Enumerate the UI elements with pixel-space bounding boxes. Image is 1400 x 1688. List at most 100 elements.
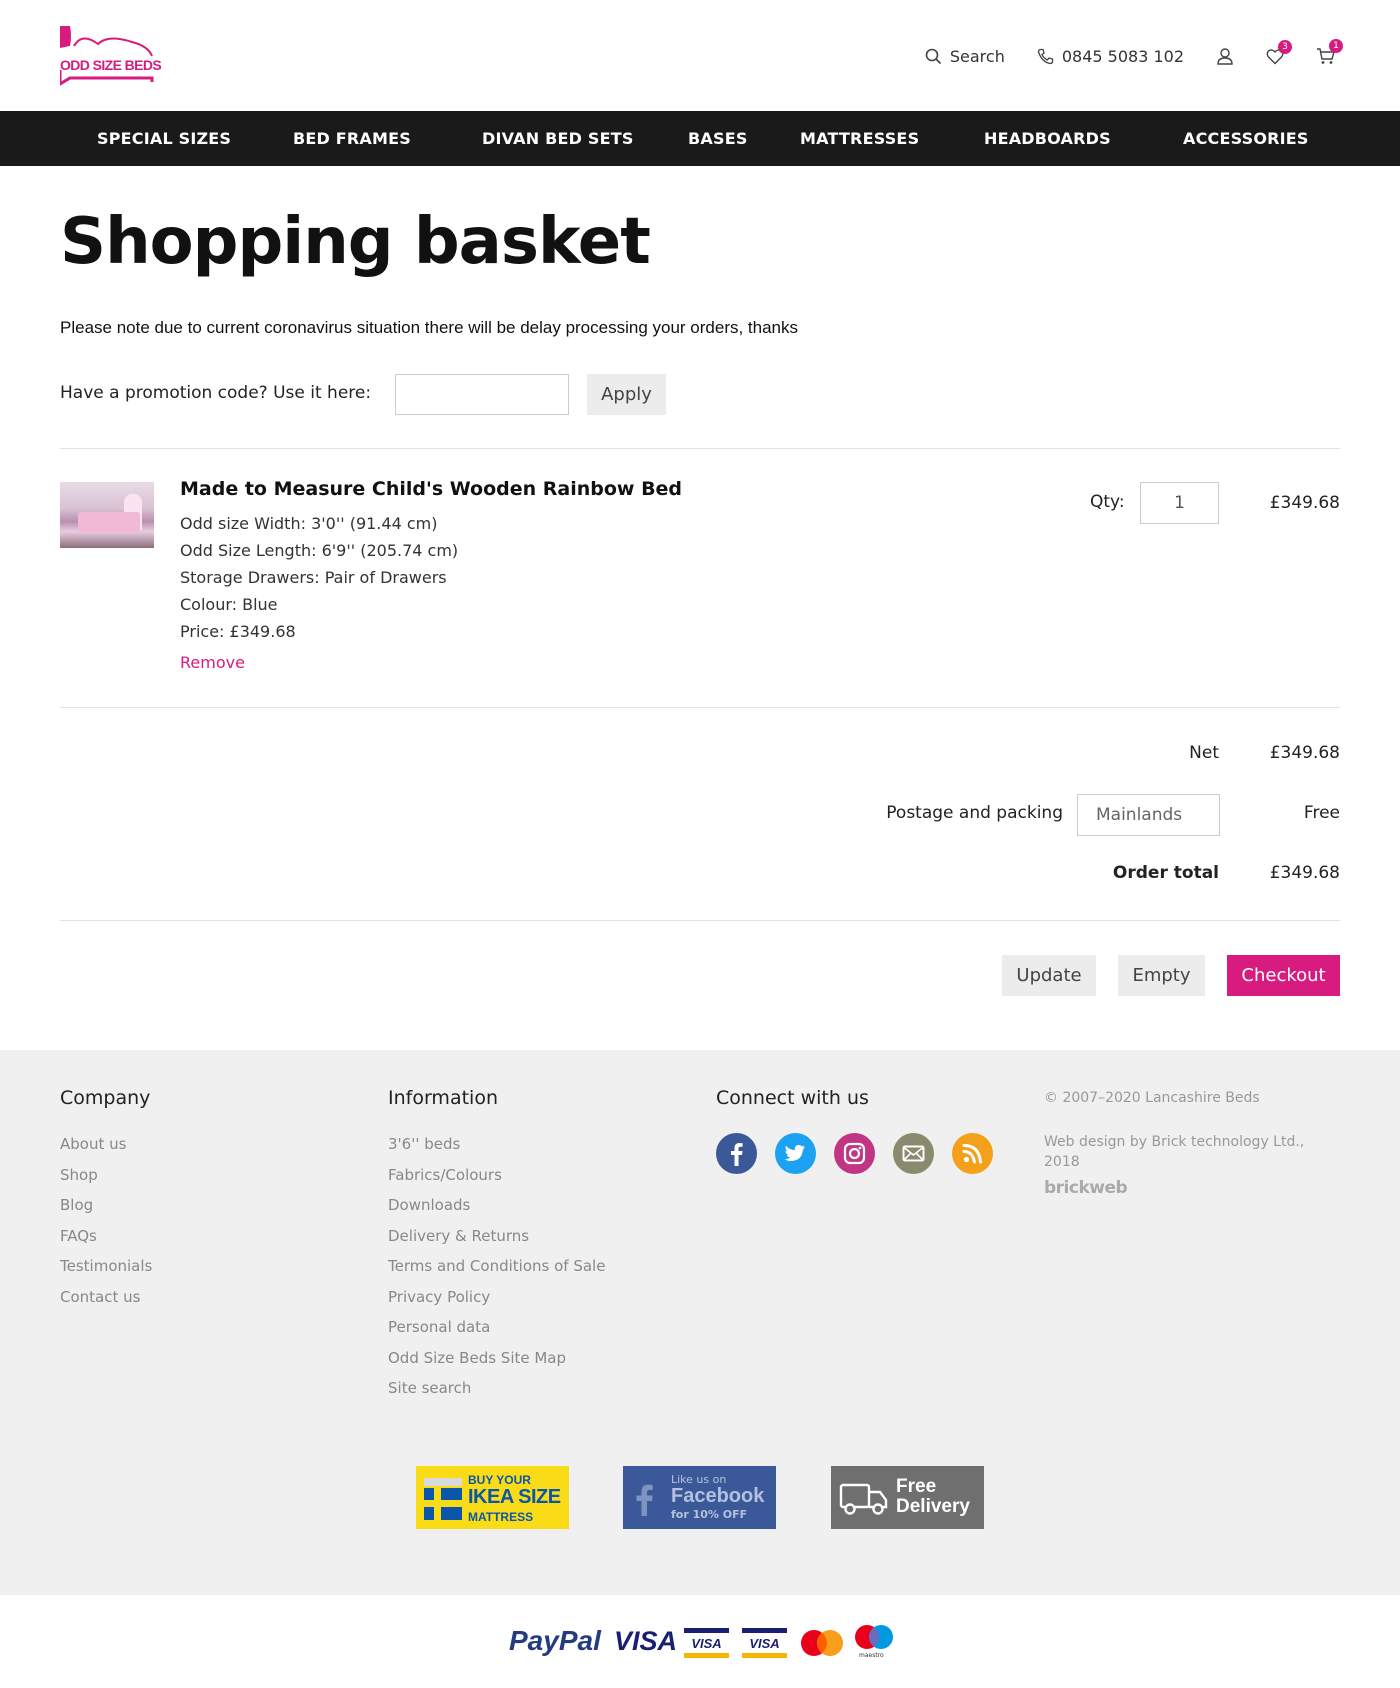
product-option: Odd Size Length: 6'9'' (205.74 cm): [180, 541, 459, 560]
footer-link-3-6-beds[interactable]: 3'6'' beds: [388, 1135, 460, 1153]
cart-count-badge: 1: [1329, 39, 1343, 53]
apply-button[interactable]: Apply: [587, 374, 666, 415]
nav-divan-bed-sets[interactable]: DIVAN BED SETS: [482, 111, 634, 166]
maestro-icon: [855, 1625, 893, 1649]
facebook-icon: [731, 1143, 743, 1166]
nav-special-sizes[interactable]: SPECIAL SIZES: [97, 111, 231, 166]
footer-link-site-map[interactable]: Odd Size Beds Site Map: [388, 1349, 566, 1367]
product-option: Price: £349.68: [180, 622, 296, 641]
header-tools: Search 0845 5083 102 3 1: [893, 39, 1343, 70]
product-image[interactable]: [60, 482, 154, 548]
facebook-discount-banner[interactable]: Like us on Facebook for 10% OFF: [623, 1466, 776, 1529]
web-design-credit[interactable]: Web design by Brick technology Ltd., 201…: [1044, 1132, 1324, 1172]
footer-link-faqs[interactable]: FAQs: [60, 1227, 97, 1245]
remove-link[interactable]: Remove: [180, 653, 245, 672]
twitter-button[interactable]: [775, 1133, 816, 1174]
postage-select[interactable]: Mainlands: [1077, 794, 1220, 836]
cart-button[interactable]: 1: [1316, 39, 1343, 65]
email-icon: [902, 1145, 925, 1162]
brickweb-logo[interactable]: brickweb: [1044, 1178, 1128, 1198]
divider: [60, 707, 1340, 708]
footer-link-shop[interactable]: Shop: [60, 1166, 98, 1184]
site-logo[interactable]: ODD SIZE BEDS: [58, 26, 162, 87]
phone-number: 0845 5083 102: [1061, 46, 1184, 66]
promo-code-input[interactable]: [395, 374, 569, 415]
visa-debit-text: VISA: [691, 1636, 722, 1651]
mastercard-icon: [801, 1630, 843, 1656]
facebook-f-icon: [636, 1484, 653, 1516]
ikea-size-banner[interactable]: BUY YOUR IKEA SIZE MATTRESS: [416, 1466, 569, 1529]
footer-link-about[interactable]: About us: [60, 1135, 126, 1153]
divider: [60, 920, 1340, 921]
line-total: £349.68: [1269, 493, 1340, 513]
search-label: Search: [949, 46, 1005, 66]
paypal-logo: PayPal: [509, 1625, 601, 1656]
product-option: Colour: Blue: [180, 595, 278, 614]
wishlist-button[interactable]: 3: [1266, 39, 1292, 65]
search-button[interactable]: Search: [925, 47, 1005, 66]
main-nav: SPECIAL SIZES BED FRAMES DIVAN BED SETS …: [0, 111, 1400, 166]
promo-label: Have a promotion code? Use it here:: [60, 383, 372, 403]
account-button[interactable]: [1216, 47, 1234, 65]
phone-icon: [1037, 48, 1053, 64]
nav-mattresses[interactable]: MATTRESSES: [800, 111, 919, 166]
product-option: Odd size Width: 3'0'' (91.44 cm): [180, 514, 438, 533]
visa-electron-logo: VISA: [742, 1628, 787, 1658]
facebook-banner-line3: for 10% OFF: [671, 1508, 748, 1521]
footer-link-testimonials[interactable]: Testimonials: [60, 1257, 152, 1275]
rss-icon: [962, 1144, 982, 1164]
product-name[interactable]: Made to Measure Child's Wooden Rainbow B…: [180, 478, 682, 500]
divider: [60, 448, 1340, 449]
email-button[interactable]: [893, 1133, 934, 1174]
empty-button[interactable]: Empty: [1118, 955, 1205, 996]
instagram-icon: [843, 1142, 866, 1165]
bed-shape: [78, 512, 140, 532]
visa-debit-logo: VISA: [684, 1628, 729, 1658]
logo-icon: [58, 26, 154, 87]
ikea-banner-line2: IKEA SIZE: [468, 1486, 561, 1508]
footer-link-terms[interactable]: Terms and Conditions of Sale: [388, 1257, 605, 1275]
footer-link-personal-data[interactable]: Personal data: [388, 1318, 490, 1336]
free-delivery-banner[interactable]: Free Delivery: [831, 1466, 984, 1529]
delivery-banner-line2: Delivery: [896, 1496, 970, 1517]
nav-headboards[interactable]: HEADBOARDS: [984, 111, 1111, 166]
order-total-label: Order total: [1112, 863, 1219, 883]
maestro-text: maestro: [859, 1652, 884, 1659]
footer-link-downloads[interactable]: Downloads: [388, 1196, 470, 1214]
qty-label: Qty:: [1090, 492, 1125, 512]
qty-input[interactable]: 1: [1140, 482, 1219, 524]
postage-label: Postage and packing: [886, 803, 1063, 823]
footer-link-blog[interactable]: Blog: [60, 1196, 93, 1214]
nav-bases[interactable]: BASES: [688, 111, 748, 166]
notice-text: Please note due to current coronavirus s…: [60, 318, 799, 337]
net-value: £349.68: [1269, 743, 1340, 763]
footer-link-site-search[interactable]: Site search: [388, 1379, 471, 1397]
user-icon: [1217, 48, 1233, 65]
footer-connect-heading: Connect with us: [716, 1087, 869, 1109]
nav-bed-frames[interactable]: BED FRAMES: [293, 111, 411, 166]
phone-link[interactable]: 0845 5083 102: [1037, 47, 1184, 66]
update-button[interactable]: Update: [1002, 955, 1096, 996]
footer-link-fabrics[interactable]: Fabrics/Colours: [388, 1166, 502, 1184]
footer-link-contact[interactable]: Contact us: [60, 1288, 140, 1306]
footer-link-privacy[interactable]: Privacy Policy: [388, 1288, 490, 1306]
delivery-banner-line1: Free: [896, 1476, 937, 1497]
visa-electron-text: VISA: [749, 1636, 780, 1651]
delivery-truck-icon: [839, 1483, 888, 1515]
logo-text: ODD SIZE BEDS: [60, 57, 162, 73]
instagram-button[interactable]: [834, 1133, 875, 1174]
facebook-button[interactable]: [716, 1133, 757, 1174]
rss-button[interactable]: [952, 1133, 993, 1174]
ikea-banner-line1: BUY YOUR: [468, 1473, 531, 1487]
nav-accessories[interactable]: ACCESSORIES: [1183, 111, 1309, 166]
site-header: ODD SIZE BEDS Search 0845 5083 102 3 1: [0, 0, 1400, 111]
maestro-logo: maestro: [854, 1624, 894, 1662]
postage-value: Free: [1303, 803, 1340, 823]
search-icon: [925, 48, 941, 64]
footer-link-delivery[interactable]: Delivery & Returns: [388, 1227, 529, 1245]
page-title: Shopping basket: [60, 205, 651, 279]
footer-company-heading: Company: [60, 1087, 151, 1109]
ikea-banner-line3: MATTRESS: [468, 1510, 534, 1524]
copyright-text: © 2007–2020 Lancashire Beds: [1044, 1090, 1260, 1106]
checkout-button[interactable]: Checkout: [1227, 955, 1340, 996]
